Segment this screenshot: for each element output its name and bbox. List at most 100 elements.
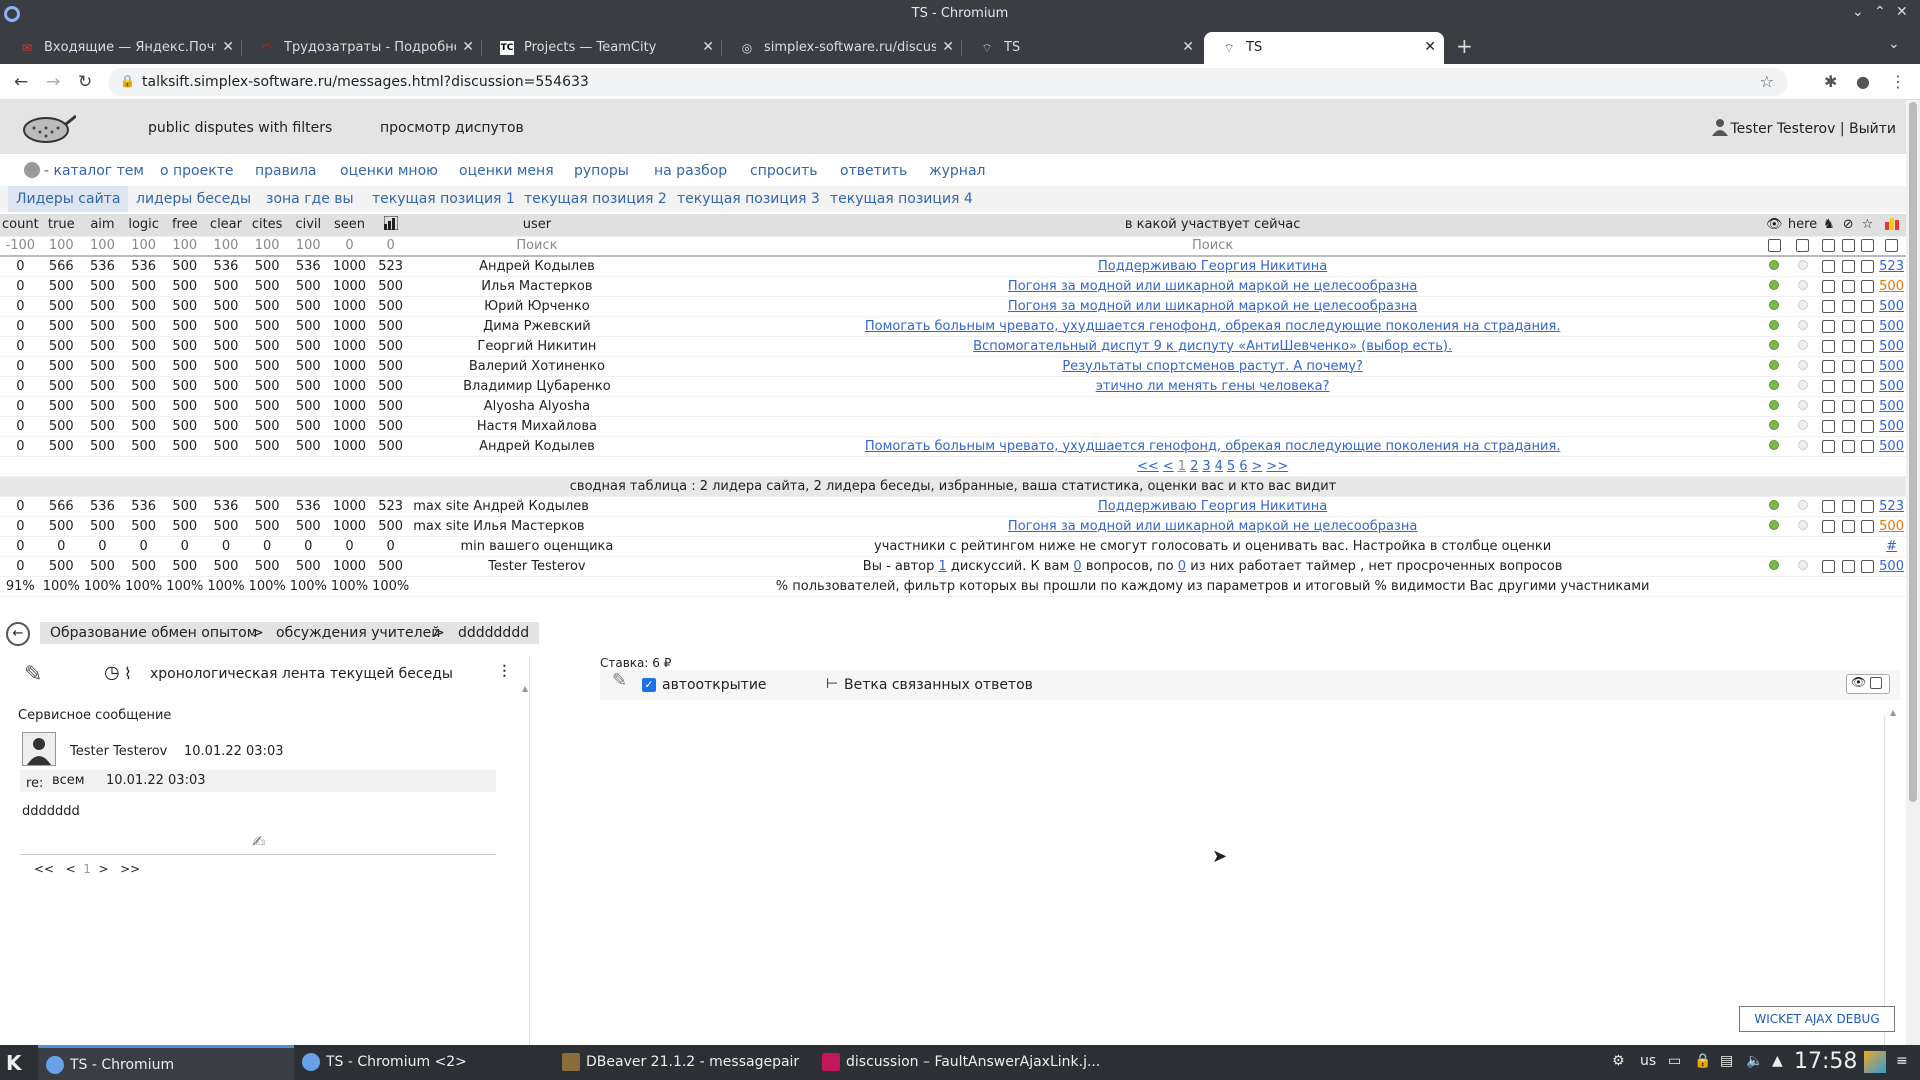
hide-checkbox[interactable] xyxy=(1838,296,1858,317)
user-name[interactable]: Юрий Юрченко xyxy=(411,296,663,317)
lock-icon[interactable]: 🔒 xyxy=(1694,1053,1711,1069)
close-tab-icon[interactable]: ✕ xyxy=(222,39,234,55)
topic-link[interactable]: Помогать больным чревато, ухудшается ген… xyxy=(865,439,1561,454)
user-search-input[interactable]: Поиск xyxy=(411,236,663,257)
restore-icon[interactable]: ⌃ xyxy=(1874,4,1886,20)
paperclip-icon[interactable]: ⌇ xyxy=(124,664,132,683)
score-link[interactable]: 500 xyxy=(1879,379,1904,394)
tab-position-3[interactable]: текущая позиция 3 xyxy=(669,186,828,212)
favorite-checkbox[interactable] xyxy=(1819,256,1839,277)
discussions-count-link[interactable]: 1 xyxy=(938,559,946,574)
close-tab-icon[interactable]: ✕ xyxy=(702,39,714,55)
url-field[interactable]: 🔒 talksift.simplex-software.ru/messages.… xyxy=(108,68,1788,96)
col-aim[interactable]: aim xyxy=(81,214,124,237)
favorite-checkbox[interactable] xyxy=(1819,396,1839,417)
minimize-icon[interactable]: ⌄ xyxy=(1852,4,1864,20)
figure-icon[interactable]: ♞ xyxy=(1819,214,1839,237)
star-checkbox[interactable] xyxy=(1857,276,1878,297)
kde-menu-icon[interactable]: K xyxy=(6,1051,22,1075)
pager-link[interactable]: >> xyxy=(1266,459,1288,474)
pager-link[interactable]: 2 xyxy=(1190,459,1198,474)
prev-page-link[interactable]: < xyxy=(66,862,76,876)
close-tab-icon[interactable]: ✕ xyxy=(1424,39,1436,55)
menu-journal[interactable]: журнал xyxy=(929,163,985,179)
star-checkbox[interactable] xyxy=(1857,516,1878,537)
col-seen[interactable]: seen xyxy=(328,214,371,237)
keyboard-layout[interactable]: us xyxy=(1640,1053,1656,1069)
forward-icon[interactable]: → xyxy=(46,72,60,92)
hide-checkbox[interactable] xyxy=(1838,416,1858,437)
score-link[interactable]: 523 xyxy=(1879,259,1904,274)
col-here[interactable]: here xyxy=(1785,214,1820,237)
menu-rules[interactable]: правила xyxy=(255,163,317,179)
tray-expand-icon[interactable]: ▲ xyxy=(1772,1053,1783,1069)
pager-link[interactable]: > xyxy=(1251,459,1262,474)
pager-link[interactable]: 3 xyxy=(1202,459,1210,474)
topic-link[interactable]: Поддерживаю Георгия Никитина xyxy=(1098,259,1327,274)
colander-logo-icon[interactable] xyxy=(20,110,76,146)
col-clear[interactable]: clear xyxy=(205,214,247,237)
col-count[interactable]: count xyxy=(0,214,41,237)
my-user-name[interactable]: Tester Testerov xyxy=(411,556,663,577)
filter-checkbox[interactable] xyxy=(1762,236,1786,257)
score-link[interactable]: 500 xyxy=(1879,439,1904,454)
taskbar-item-chromium[interactable]: TS - Chromium xyxy=(38,1045,294,1080)
pager-link[interactable]: 1 xyxy=(1178,459,1186,474)
score-link[interactable]: 500 xyxy=(1879,519,1904,534)
col-current-topic[interactable]: в какой участвует сейчас xyxy=(662,214,1763,237)
score-link[interactable]: 500 xyxy=(1879,559,1904,574)
pager-link[interactable]: 4 xyxy=(1215,459,1223,474)
reply-to[interactable]: всем xyxy=(52,773,85,788)
user-name[interactable]: Георгий Никитин xyxy=(411,336,663,357)
back-circle-icon[interactable]: ← xyxy=(6,622,30,646)
hide-checkbox[interactable] xyxy=(1838,336,1858,357)
star-checkbox[interactable] xyxy=(1857,316,1878,337)
hide-checkbox[interactable] xyxy=(1838,376,1858,397)
user-name[interactable]: Андрей Кодылев xyxy=(411,256,663,277)
visibility-toggle[interactable]: 👁 xyxy=(1846,674,1890,694)
pager-link[interactable]: << xyxy=(1137,459,1159,474)
home-icon[interactable] xyxy=(24,162,40,178)
favorite-checkbox[interactable] xyxy=(1819,416,1839,437)
col-free[interactable]: free xyxy=(164,214,206,237)
pen-icon[interactable]: ✎ xyxy=(612,670,627,691)
menu-icon[interactable]: ⋮ xyxy=(1890,72,1906,91)
favorite-checkbox[interactable] xyxy=(1819,336,1839,357)
user-name[interactable]: Alyosha Alyosha xyxy=(411,396,663,417)
favorite-checkbox[interactable] xyxy=(1819,516,1839,537)
star-checkbox[interactable] xyxy=(1857,436,1878,457)
menu-about[interactable]: о проекте xyxy=(160,163,233,179)
reload-icon[interactable]: ↻ xyxy=(78,72,92,92)
user-name[interactable]: Владимир Цубаренко xyxy=(411,376,663,397)
close-tab-icon[interactable]: ✕ xyxy=(942,39,954,55)
taskbar-item-idea[interactable]: discussion – FaultAnswerAjaxLink.j... xyxy=(822,1045,1100,1080)
col-logic[interactable]: logic xyxy=(123,214,165,237)
hide-checkbox[interactable] xyxy=(1838,556,1858,577)
close-tab-icon[interactable]: ✕ xyxy=(462,39,474,55)
hide-checkbox[interactable] xyxy=(1838,396,1858,417)
topic-link[interactable]: Погоня за модной или шикарной маркой не … xyxy=(1008,299,1417,314)
tab-simplex[interactable]: ◎ simplex-software.ru/discussio ✕ xyxy=(722,32,962,64)
favorite-checkbox[interactable] xyxy=(1819,436,1839,457)
tab-redmine[interactable]: ◠ Трудозатраты - Подробност ✕ xyxy=(242,32,482,64)
bar-chart-icon[interactable] xyxy=(370,214,412,237)
topic-link[interactable]: Вспомогательный диспут 9 к диспуту «Анти… xyxy=(973,339,1452,354)
star-checkbox[interactable] xyxy=(1857,396,1878,417)
topic-link[interactable]: Погоня за модной или шикарной маркой не … xyxy=(1008,279,1417,294)
tab-position-2[interactable]: текущая позиция 2 xyxy=(516,186,675,212)
star-checkbox[interactable] xyxy=(1857,496,1878,517)
user-logout-link[interactable]: Tester Testerov | Выйти xyxy=(1731,121,1897,137)
tab-position-4[interactable]: текущая позиция 4 xyxy=(822,186,981,212)
score-link[interactable]: 500 xyxy=(1879,319,1904,334)
tab-position-1[interactable]: текущая позиция 1 xyxy=(364,186,523,212)
last-page-link[interactable]: >> xyxy=(120,862,140,876)
wicket-debug-button[interactable]: WICKET AJAX DEBUG xyxy=(1739,1006,1895,1032)
user-name[interactable]: Валерий Хотиненко xyxy=(411,356,663,377)
menu-rated-by-me[interactable]: оценки мною xyxy=(340,163,438,179)
page-scrollbar[interactable] xyxy=(1906,100,1920,1045)
star-checkbox[interactable] xyxy=(1857,256,1878,277)
score-link[interactable]: 500 xyxy=(1879,399,1904,414)
tab-teamcity[interactable]: TC Projects — TeamCity ✕ xyxy=(482,32,722,64)
close-tab-icon[interactable]: ✕ xyxy=(1182,39,1194,55)
timer-count-link[interactable]: 0 xyxy=(1178,559,1186,574)
